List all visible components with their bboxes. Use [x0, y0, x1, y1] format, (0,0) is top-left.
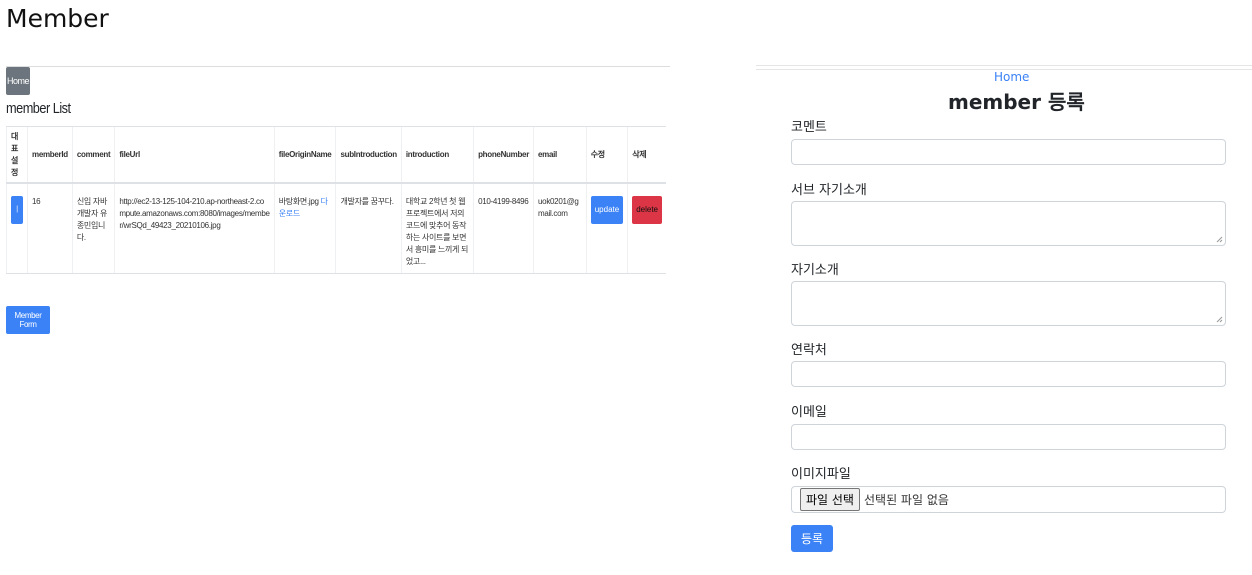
phone-label: 연락처 [791, 343, 827, 358]
cell-representative: | [6, 182, 28, 274]
file-status-text: 선택된 파일 없음 [863, 493, 949, 507]
phone-input[interactable] [791, 361, 1226, 387]
resize-grip-icon[interactable] [1216, 316, 1223, 323]
cell-file-url: http://ec2-13-125-104-210.ap-northeast-2… [114, 182, 275, 274]
header-member-id: memberId [27, 126, 73, 184]
table-row: | 16 신입 자바 개발자 유종민입니다. http://ec2-13-125… [6, 182, 666, 274]
choose-file-button[interactable]: 파일 선택 [800, 488, 860, 511]
header-file-origin-name: fileOriginName [273, 126, 336, 184]
cell-introduction: 대학교 2학년 첫 웹 프로젝트에서 저의 코드에 맞추어 동작하는 사이트를 … [400, 182, 474, 274]
sub-introduction-label: 서브 자기소개 [791, 183, 867, 198]
comment-label: 코멘트 [791, 120, 827, 135]
cell-member-id: 16 [27, 182, 73, 274]
representative-select-button[interactable]: | [11, 196, 23, 224]
cell-email: uok0201@gmail.com [533, 182, 587, 274]
home-button[interactable]: Home [6, 67, 30, 95]
file-origin-name: 바탕화면.jpg [278, 197, 319, 206]
cell-file-origin-name: 바탕화면.jpg 다운로드 [273, 182, 336, 274]
sub-introduction-textarea[interactable] [791, 201, 1226, 246]
home-link[interactable]: Home [994, 70, 1029, 84]
member-table: 대표설정 memberId comment fileUrl fileOrigin… [6, 126, 666, 274]
page-title: Member [6, 4, 109, 33]
table-header-row: 대표설정 memberId comment fileUrl fileOrigin… [6, 126, 666, 184]
header-file-url: fileUrl [114, 126, 275, 184]
header-phone-number: phoneNumber [473, 126, 534, 184]
cell-edit: update [585, 182, 628, 274]
cell-delete: delete [627, 182, 666, 274]
header-edit: 수정 [585, 126, 628, 184]
image-file-label: 이미지파일 [791, 467, 851, 482]
header-introduction: introduction [400, 126, 474, 184]
member-form-button[interactable]: Member Form [6, 306, 50, 334]
email-label: 이메일 [791, 405, 827, 420]
email-input[interactable] [791, 424, 1226, 450]
header-delete: 삭제 [627, 126, 666, 184]
delete-button[interactable]: delete [632, 196, 662, 224]
form-title: member 등록 [948, 90, 1085, 114]
header-representative: 대표설정 [6, 126, 28, 184]
left-divider [6, 66, 670, 67]
resize-grip-icon[interactable] [1216, 236, 1223, 243]
register-button[interactable]: 등록 [791, 525, 833, 552]
cell-comment: 신입 자바 개발자 유종민입니다. [71, 182, 115, 274]
introduction-label: 자기소개 [791, 263, 839, 278]
header-comment: comment [71, 126, 115, 184]
cell-phone-number: 010-4199-8496 [473, 182, 534, 274]
comment-input[interactable] [791, 139, 1226, 165]
introduction-textarea[interactable] [791, 281, 1226, 326]
member-list-title: member List [6, 100, 71, 117]
update-button[interactable]: update [590, 196, 624, 224]
header-sub-introduction: subIntroduction [335, 126, 402, 184]
cell-sub-introduction: 개발자를 꿈꾸다. [335, 182, 402, 274]
header-email: email [533, 126, 587, 184]
image-file-input[interactable]: 파일 선택 선택된 파일 없음 [791, 486, 1226, 513]
